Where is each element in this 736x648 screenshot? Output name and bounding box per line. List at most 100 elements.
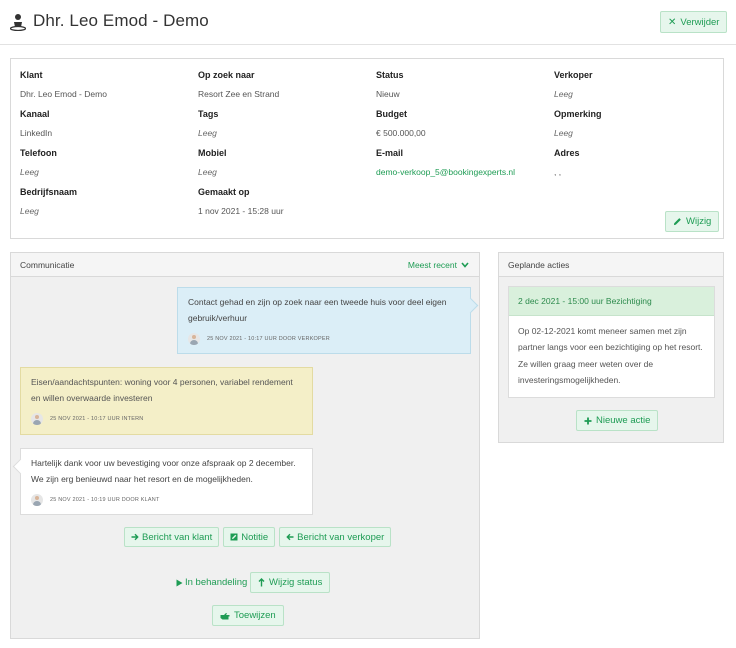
planned-action-title: 2 dec 2021 - 15:00 uur Bezichtiging (509, 287, 714, 316)
chevron-down-icon (461, 262, 469, 268)
field-value: LinkedIn (20, 128, 53, 138)
field-label: Bedrijfsnaam (20, 187, 78, 197)
edit-square-icon (230, 533, 238, 541)
field-verkoper: Verkoper Leeg (554, 70, 724, 101)
field-value: Leeg (198, 167, 217, 177)
message-meta: 25 NOV 2021 - 10:17 UUR DOOR VERKOPER (188, 331, 460, 347)
status-label: In behandeling (185, 577, 248, 588)
field-telefoon: Telefoon Leeg (20, 148, 190, 179)
field-label: Telefoon (20, 148, 57, 158)
field-label: Gemaakt op (198, 187, 250, 197)
field-label: Adres (554, 148, 580, 158)
field-email: E-mail demo-verkoop_5@bookingexperts.nl (376, 148, 546, 179)
change-status-button[interactable]: Wijzig status (250, 572, 331, 593)
field-label: Budget (376, 109, 407, 119)
message-text: Eisen/aandachtspunten: woning voor 4 per… (31, 377, 293, 403)
arrow-right-icon (131, 533, 139, 541)
field-value: 1 nov 2021 - 15:28 uur (198, 206, 284, 216)
avatar (31, 413, 43, 425)
email-link[interactable]: demo-verkoop_5@bookingexperts.nl (376, 167, 546, 179)
page-title: Dhr. Leo Emod - Demo (33, 11, 209, 30)
field-label: Status (376, 70, 404, 80)
field-value: , , (554, 167, 562, 177)
new-action-button[interactable]: Nieuwe actie (576, 410, 659, 431)
message-text: Contact gehad en zijn op zoek naar een t… (188, 297, 447, 323)
communication-title: Communicatie (20, 260, 75, 270)
message-from-seller: Contact gehad en zijn op zoek naar een t… (177, 287, 471, 354)
play-icon (176, 579, 183, 587)
button-label: Bericht van klant (142, 531, 213, 543)
field-label: Tags (198, 109, 219, 119)
message-from-client-button[interactable]: Bericht van klant (124, 527, 220, 547)
field-value: Nieuw (376, 89, 400, 99)
avatar (31, 494, 43, 506)
field-mobiel: Mobiel Leeg (198, 148, 368, 179)
field-tags: Tags Leeg (198, 109, 368, 140)
field-status: Status Nieuw (376, 70, 546, 101)
planned-action-card[interactable]: 2 dec 2021 - 15:00 uur Bezichtiging Op 0… (508, 286, 715, 398)
field-label: Mobiel (198, 148, 227, 158)
delete-button[interactable]: ✕ Verwijder (660, 11, 728, 33)
message-meta: 25 NOV 2021 - 10:19 UUR DOOR KLANT (31, 492, 302, 508)
edit-button[interactable]: Wijzig (665, 211, 720, 232)
message-from-seller-button[interactable]: Bericht van verkoper (279, 527, 392, 547)
button-label: Notitie (241, 531, 269, 543)
field-gemaakt-op: Gemaakt op 1 nov 2021 - 15:28 uur (198, 187, 368, 218)
field-label: Opmerking (554, 109, 602, 119)
field-op-zoek-naar: Op zoek naar Resort Zee en Strand (198, 70, 368, 101)
field-value: Resort Zee en Strand (198, 89, 280, 99)
edit-button-label: Wijzig (686, 216, 712, 227)
in-progress-status[interactable]: In behandeling (176, 577, 247, 588)
planned-actions-title: Geplande acties (508, 260, 570, 270)
field-value: Leeg (20, 206, 39, 216)
hand-pointer-icon (220, 612, 230, 620)
message-timestamp: 25 NOV 2021 - 10:17 UUR DOOR VERKOPER (207, 336, 330, 342)
arrow-left-icon (286, 533, 294, 541)
planned-actions-panel: Geplande acties 2 dec 2021 - 15:00 uur B… (498, 252, 724, 443)
sort-label: Meest recent (407, 260, 457, 270)
button-label: Toewijzen (234, 610, 276, 621)
field-value: Leeg (554, 89, 573, 99)
field-adres: Adres , , (554, 148, 724, 179)
arrow-up-icon (258, 578, 265, 587)
planned-actions-header: Geplande acties (499, 253, 723, 277)
field-bedrijfsnaam: Bedrijfsnaam Leeg (20, 187, 190, 218)
field-label: Verkoper (554, 70, 593, 80)
field-label: Op zoek naar (198, 70, 255, 80)
field-opmerking: Opmerking Leeg (554, 109, 724, 140)
field-label: Klant (20, 70, 43, 80)
message-text: Hartelijk dank voor uw bevestiging voor … (31, 458, 296, 484)
person-icon (10, 13, 26, 31)
communication-header: Communicatie Meest recent (11, 253, 479, 277)
field-kanaal: Kanaal LinkedIn (20, 109, 190, 140)
delete-button-label: Verwijder (680, 16, 720, 28)
lead-details-panel: Klant Dhr. Leo Emod - Demo Op zoek naar … (10, 58, 724, 239)
message-meta: 25 NOV 2021 - 10:17 UUR INTERN (31, 411, 302, 427)
field-budget: Budget € 500.000,00 (376, 109, 546, 140)
field-value: Leeg (20, 167, 39, 177)
message-from-client: Hartelijk dank voor uw bevestiging voor … (20, 448, 313, 515)
field-value: Leeg (554, 128, 573, 138)
plus-icon (584, 417, 592, 425)
field-value: Dhr. Leo Emod - Demo (20, 89, 107, 99)
button-label: Wijzig status (269, 577, 323, 588)
note-button[interactable]: Notitie (223, 527, 276, 547)
close-icon: ✕ (668, 16, 677, 28)
page-header: Dhr. Leo Emod - Demo ✕ Verwijder (0, 0, 736, 45)
field-klant: Klant Dhr. Leo Emod - Demo (20, 70, 190, 101)
assign-button[interactable]: Toewijzen (212, 605, 284, 626)
communication-panel: Communicatie Meest recent Contact gehad … (10, 252, 480, 639)
button-label: Bericht van verkoper (297, 531, 385, 543)
pencil-icon (673, 217, 682, 226)
message-timestamp: 25 NOV 2021 - 10:19 UUR DOOR KLANT (50, 497, 160, 503)
avatar (188, 333, 200, 345)
planned-action-description: Op 02-12-2021 komt meneer samen met zijn… (518, 326, 703, 385)
message-timestamp: 25 NOV 2021 - 10:17 UUR INTERN (50, 416, 144, 422)
sort-dropdown[interactable]: Meest recent (408, 260, 469, 270)
field-label: Kanaal (20, 109, 50, 119)
message-internal-note: Eisen/aandachtspunten: woning voor 4 per… (20, 367, 313, 435)
message-buttons: Bericht van klant Notitie Bericht van ve… (124, 527, 392, 547)
button-label: Nieuwe actie (596, 415, 651, 426)
field-value: € 500.000,00 (376, 128, 426, 138)
field-label: E-mail (376, 148, 404, 158)
